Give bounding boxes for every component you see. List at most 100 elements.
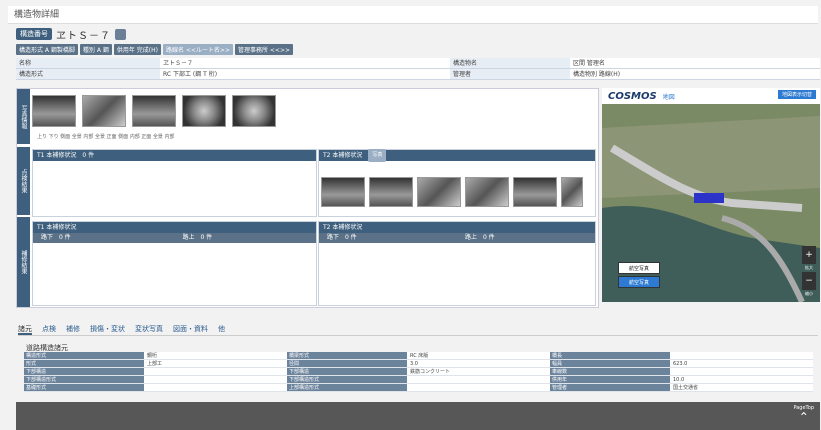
photo-thumbnail[interactable]	[513, 177, 557, 207]
photo-captions: 上り 下り 側面 全景 内部 全景 正面 側面 内部 正面 全景 内部	[37, 134, 175, 140]
sub-count: 0 件	[482, 234, 495, 241]
panel-title: T2 本補修状況	[323, 224, 363, 231]
spec-row: 下部構造 鉄筋コンクリート	[287, 368, 550, 376]
spec-row: 管理者 国土交通省	[550, 384, 813, 392]
photo-thumbnail[interactable]	[465, 177, 509, 207]
spec-value	[670, 368, 813, 375]
spec-value: RC 床版	[407, 352, 550, 359]
zoom-in-label: 拡大	[805, 265, 813, 270]
tab-damage-photos[interactable]: 変状写真	[135, 324, 163, 335]
tab-other[interactable]: 他	[218, 324, 225, 335]
spec-label: 形式	[24, 360, 144, 367]
page-root: 構造物詳細 構造番号 ヱトＳ－７ 構造形式 A 鋼製橋脚 種別 A 鋼 供用年 …	[0, 0, 821, 430]
tab-damage[interactable]: 損傷・変状	[90, 324, 125, 335]
info-value: RC 下部工 (鋼 T 桁)	[163, 71, 218, 78]
spec-value	[407, 376, 550, 383]
info-value: 区間 管理名	[573, 60, 605, 67]
map-panel[interactable]: COSMOS 地図 地図表示切替 + 拡大 − 縮小 航空写真 航空写真	[602, 88, 820, 302]
panel-header: T1 本補修状況	[33, 222, 316, 233]
page-title: 構造物詳細	[8, 6, 818, 24]
spec-row: 上部構造形式	[287, 384, 550, 392]
spec-value	[144, 384, 287, 391]
t2-lower-panel: T2 本補修状況 路下 0 件 路上 0 件	[318, 221, 596, 306]
info-label: 構造形式	[16, 69, 160, 79]
info-table: 名称 ヱトＳ－７ 構造物名 区間 管理名 構造形式 RC 下部工 (鋼 T 桁)…	[16, 58, 820, 80]
tag-1: 構造形式 A 鋼製橋脚	[16, 44, 78, 55]
tab-repair[interactable]: 補修	[66, 324, 80, 335]
zoom-out-label: 縮小	[805, 291, 813, 296]
structure-id-row: 構造番号 ヱトＳ－７	[16, 27, 126, 42]
detail-tabs: 諸元 点検 補修 損傷・変状 変状写真 図面・資料 他	[18, 324, 818, 336]
photo-thumbnail[interactable]	[561, 177, 583, 207]
info-row: 名称 ヱトＳ－７ 構造物名 区間 管理名	[16, 58, 820, 69]
spec-value: 国土交通省	[670, 384, 813, 391]
tab-documents[interactable]: 図面・資料	[173, 324, 208, 335]
spec-row: 橋梁形式 RC 床版	[287, 352, 550, 360]
pencil-icon[interactable]	[115, 28, 126, 40]
map-switch-button[interactable]: 地図表示切替	[777, 90, 816, 99]
sub-label-left: 路下	[327, 234, 340, 241]
panel-header: T2 本補修状況	[319, 222, 595, 233]
info-label: 構造物名	[450, 58, 570, 68]
spec-label: 管理者	[550, 384, 670, 391]
structure-number: ヱトＳ－７	[56, 30, 111, 42]
panel-title: T1 本補修状況	[37, 224, 77, 231]
map-control-2[interactable]: 航空写真	[618, 276, 660, 288]
spec-value: 3.0	[407, 360, 550, 367]
sub-count: 0 件	[200, 234, 213, 241]
spec-value	[144, 368, 287, 375]
spec-label: 下部構造形式	[287, 376, 407, 383]
spec-value: 10.0	[670, 376, 813, 383]
side-tab-inspection[interactable]: 点検結果	[17, 147, 30, 215]
info-label: 名称	[16, 58, 160, 68]
photo-thumbnail[interactable]	[417, 177, 461, 207]
spec-row: 基礎形式	[24, 384, 287, 392]
map-control-1[interactable]: 航空写真	[618, 262, 660, 274]
spec-row: 形式 上部工	[24, 360, 287, 368]
zoom-out-button[interactable]: −	[802, 272, 816, 290]
zoom-in-button[interactable]: +	[802, 246, 816, 264]
spec-label: 径間	[287, 360, 407, 367]
spec-row: 構造形式 鋼桁	[24, 352, 287, 360]
photo-thumbnail[interactable]	[32, 95, 76, 127]
photo-thumbnail[interactable]	[321, 177, 365, 207]
structure-badge: 構造番号	[16, 28, 52, 40]
spec-value	[407, 384, 550, 391]
info-value: 構造物別 路線(H)	[573, 71, 621, 78]
photo-thumbnail[interactable]	[232, 95, 276, 127]
pagetop-button[interactable]: PageTop ⌃	[793, 405, 814, 423]
spec-label: 車線数	[550, 368, 670, 375]
tab-inspection[interactable]: 点検	[42, 324, 56, 335]
spec-row: 橋長	[550, 352, 813, 360]
spec-value: 上部工	[144, 360, 287, 367]
t2-photo-row	[319, 161, 595, 207]
panel-header: T1 本補修状況 0 件	[33, 150, 316, 161]
side-tab-repair[interactable]: 補修結果	[17, 217, 30, 307]
spec-row: 下部構造形式	[287, 376, 550, 384]
spec-value: 鉄筋コンクリート	[407, 368, 550, 375]
t1-upper-panel: T1 本補修状況 0 件	[32, 149, 317, 217]
photo-thumbnail[interactable]	[369, 177, 413, 207]
t1-lower-panel: T1 本補修状況 路下 0 件 路上 0 件	[32, 221, 317, 306]
panel-count: 0 件	[82, 152, 95, 159]
photo-thumbnail[interactable]	[132, 95, 176, 127]
specs-column: 構造形式 鋼桁 形式 上部工 下部構造 下部構造形式 基礎形式	[24, 352, 287, 402]
specs-grid: 構造形式 鋼桁 形式 上部工 下部構造 下部構造形式 基礎形式 橋梁形式 RC 床版 …	[24, 352, 814, 402]
spec-label: 橋梁形式	[287, 352, 407, 359]
photo-thumbnail[interactable]	[82, 95, 126, 127]
tab-specs[interactable]: 諸元	[18, 324, 32, 335]
panel-badge[interactable]: 写真	[368, 149, 387, 162]
sub-label-right: 路上	[465, 234, 478, 241]
spec-value	[144, 376, 287, 383]
side-tab-photos[interactable]: 写真情報	[17, 89, 30, 144]
spec-row: 車線数	[550, 368, 813, 376]
sub-label-left: 路下	[41, 234, 54, 241]
photo-thumbnail[interactable]	[182, 95, 226, 127]
info-label: 管理者	[450, 69, 570, 79]
sub-count: 0 件	[344, 234, 357, 241]
chevron-up-icon: ⌃	[798, 410, 809, 424]
info-value: ヱトＳ－７	[163, 60, 194, 67]
spec-label: 下部構造	[24, 368, 144, 375]
spec-value: 623.0	[670, 360, 813, 367]
spec-row: 下部構造	[24, 368, 287, 376]
